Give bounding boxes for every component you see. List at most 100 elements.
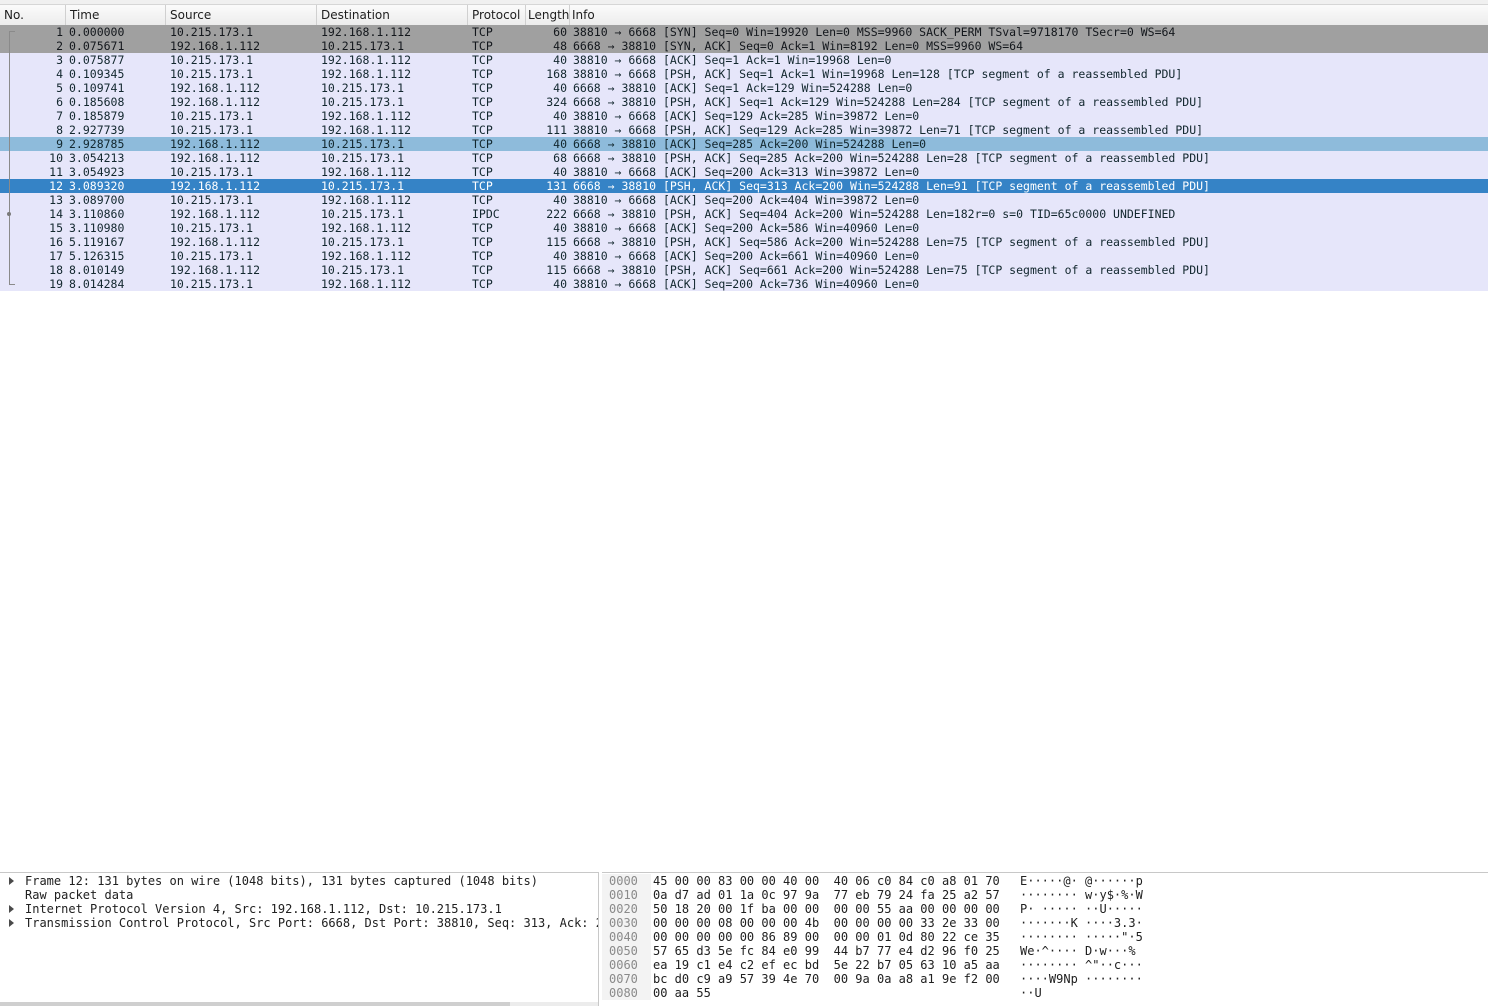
column-header-no[interactable]: No. bbox=[0, 5, 66, 25]
column-header-length[interactable]: Length bbox=[524, 5, 570, 25]
bytes-offset: 0040 bbox=[602, 930, 651, 944]
packet-row[interactable]: 11 3.054923 10.215.173.1 192.168.1.112 TCP 40… bbox=[0, 165, 1488, 179]
details-item[interactable]: Transmission Control Protocol, Src Port:… bbox=[0, 916, 598, 930]
packet-row[interactable]: 2 0.075671 192.168.1.112 10.215.173.1 TCP 48 6… bbox=[0, 39, 1488, 53]
packet-info: 6668 → 38810 [PSH, ACK] Seq=313 Ack=200 … bbox=[573, 179, 1210, 193]
packet-row[interactable]: 7 0.185879 10.215.173.1 192.168.1.112 TCP 40 3… bbox=[0, 109, 1488, 123]
packet-destination: 192.168.1.112 bbox=[321, 25, 412, 39]
packet-row[interactable]: 13 3.089700 10.215.173.1 192.168.1.112 TCP 40… bbox=[0, 193, 1488, 207]
bytes-row[interactable]: 0050 57 65 d3 5e fc 84 e0 99 44 b7 77 e4 … bbox=[602, 944, 1488, 958]
column-header-time[interactable]: Time bbox=[66, 5, 166, 25]
packet-info: 38810 → 6668 [ACK] Seq=200 Ack=586 Win=4… bbox=[573, 221, 920, 235]
packet-length: 131 bbox=[546, 179, 567, 193]
packet-rows: 1 0.000000 10.215.173.1 192.168.1.112 TCP 60 3… bbox=[0, 25, 1488, 291]
column-header-info[interactable]: Info bbox=[568, 5, 1488, 25]
packet-info: 38810 → 6668 [ACK] Seq=200 Ack=661 Win=4… bbox=[573, 249, 920, 263]
packet-row[interactable]: 19 8.014284 10.215.173.1 192.168.1.112 TCP 40… bbox=[0, 277, 1488, 291]
packet-protocol: TCP bbox=[472, 81, 493, 95]
bytes-ascii: ········ w·y$·%·W bbox=[1020, 888, 1143, 902]
packet-source: 10.215.173.1 bbox=[170, 123, 254, 137]
bytes-offset: 0060 bbox=[602, 958, 651, 972]
packet-row[interactable]: 15 3.110980 10.215.173.1 192.168.1.112 TCP 40… bbox=[0, 221, 1488, 235]
details-item[interactable]: Raw packet data bbox=[0, 888, 598, 902]
packet-destination: 10.215.173.1 bbox=[321, 207, 405, 221]
packet-time: 3.110860 bbox=[69, 207, 125, 221]
packet-destination: 192.168.1.112 bbox=[321, 277, 412, 291]
packet-row[interactable]: 10 3.054213 192.168.1.112 10.215.173.1 TCP 68… bbox=[0, 151, 1488, 165]
packet-source: 10.215.173.1 bbox=[170, 53, 254, 67]
packet-source: 10.215.173.1 bbox=[170, 221, 254, 235]
packet-row[interactable]: 14 3.110860 192.168.1.112 10.215.173.1 IPDC 2… bbox=[0, 207, 1488, 221]
packet-protocol: TCP bbox=[472, 123, 493, 137]
packet-destination: 192.168.1.112 bbox=[321, 109, 412, 123]
packet-length: 222 bbox=[546, 207, 567, 221]
packet-row[interactable]: 5 0.109741 192.168.1.112 10.215.173.1 TCP 40 6… bbox=[0, 81, 1488, 95]
packet-info: 6668 → 38810 [ACK] Seq=285 Ack=200 Win=5… bbox=[573, 137, 927, 151]
bytes-row[interactable]: 0080 00 aa 55 ··U bbox=[602, 986, 1488, 1000]
packet-bytes-pane[interactable]: 0000 45 00 00 83 00 00 40 00 40 06 c0 84 … bbox=[602, 872, 1488, 1006]
packet-info: 6668 → 38810 [PSH, ACK] Seq=1 Ack=129 Wi… bbox=[573, 95, 1204, 109]
details-item[interactable]: Internet Protocol Version 4, Src: 192.16… bbox=[0, 902, 598, 916]
packet-time: 0.075671 bbox=[69, 39, 125, 53]
conversation-tree-line bbox=[9, 32, 10, 284]
bytes-row[interactable]: 0010 0a d7 ad 01 1a 0c 97 9a 77 eb 79 24 … bbox=[602, 888, 1488, 902]
bytes-row[interactable]: 0060 ea 19 c1 e4 c2 ef ec bd 5e 22 b7 05 … bbox=[602, 958, 1488, 972]
details-horizontal-scrollbar[interactable] bbox=[0, 1002, 598, 1006]
column-header-source[interactable]: Source bbox=[166, 5, 317, 25]
packet-row[interactable]: 6 0.185608 192.168.1.112 10.215.173.1 TCP 324… bbox=[0, 95, 1488, 109]
bytes-row[interactable]: 0030 00 00 00 08 00 00 00 4b 00 00 00 00 … bbox=[602, 916, 1488, 930]
packet-info: 38810 → 6668 [ACK] Seq=1 Ack=1 Win=19968… bbox=[573, 53, 892, 67]
packet-row[interactable]: 1 0.000000 10.215.173.1 192.168.1.112 TCP 60 3… bbox=[0, 25, 1488, 39]
details-item-label: Transmission Control Protocol, Src Port:… bbox=[25, 916, 599, 930]
packet-time: 2.927739 bbox=[69, 123, 125, 137]
details-tree: Frame 12: 131 bytes on wire (1048 bits),… bbox=[0, 874, 598, 930]
bytes-offset: 0070 bbox=[602, 972, 651, 986]
packet-destination: 10.215.173.1 bbox=[321, 235, 405, 249]
packet-details-pane[interactable]: Frame 12: 131 bytes on wire (1048 bits),… bbox=[0, 872, 599, 1006]
expand-arrow-icon[interactable] bbox=[9, 905, 14, 913]
packet-time: 0.109741 bbox=[69, 81, 125, 95]
packet-row[interactable]: 9 2.928785 192.168.1.112 10.215.173.1 TCP 40 6… bbox=[0, 137, 1488, 151]
bytes-row[interactable]: 0000 45 00 00 83 00 00 40 00 40 06 c0 84 … bbox=[602, 874, 1488, 888]
packet-protocol: IPDC bbox=[472, 207, 500, 221]
packet-list-header: No. Time Source Destination Protocol Len… bbox=[0, 5, 1488, 26]
bytes-hex: 0a d7 ad 01 1a 0c 97 9a 77 eb 79 24 fa 2… bbox=[653, 888, 1000, 902]
packet-info: 38810 → 6668 [SYN] Seq=0 Win=19920 Len=0… bbox=[573, 25, 1176, 39]
packet-row[interactable]: 18 8.010149 192.168.1.112 10.215.173.1 TCP 11… bbox=[0, 263, 1488, 277]
expand-arrow-icon[interactable] bbox=[9, 919, 14, 927]
packet-source: 192.168.1.112 bbox=[170, 179, 261, 193]
packet-time: 0.185879 bbox=[69, 109, 125, 123]
packet-info: 38810 → 6668 [PSH, ACK] Seq=1 Ack=1 Win=… bbox=[573, 67, 1183, 81]
packet-source: 10.215.173.1 bbox=[170, 109, 254, 123]
packet-row[interactable]: 17 5.126315 10.215.173.1 192.168.1.112 TCP 40… bbox=[0, 249, 1488, 263]
packet-length: 111 bbox=[546, 123, 567, 137]
expand-arrow-icon[interactable] bbox=[9, 877, 14, 885]
packet-row[interactable]: 3 0.075877 10.215.173.1 192.168.1.112 TCP 40 3… bbox=[0, 53, 1488, 67]
bytes-ascii: P· ····· ··U····· bbox=[1020, 902, 1143, 916]
packet-info: 38810 → 6668 [ACK] Seq=129 Ack=285 Win=3… bbox=[573, 109, 920, 123]
bytes-ascii: ·······K ····3.3· bbox=[1020, 916, 1143, 930]
bytes-ascii: ········ ·····"·5 bbox=[1020, 930, 1143, 944]
packet-protocol: TCP bbox=[472, 109, 493, 123]
packet-row[interactable]: 16 5.119167 192.168.1.112 10.215.173.1 TCP 11… bbox=[0, 235, 1488, 249]
bytes-hex: 57 65 d3 5e fc 84 e0 99 44 b7 77 e4 d2 9… bbox=[653, 944, 1000, 958]
packet-destination: 192.168.1.112 bbox=[321, 249, 412, 263]
packet-row[interactable]: 4 0.109345 10.215.173.1 192.168.1.112 TCP 168… bbox=[0, 67, 1488, 81]
packet-length: 40 bbox=[553, 249, 567, 263]
details-item[interactable]: Frame 12: 131 bytes on wire (1048 bits),… bbox=[0, 874, 598, 888]
packet-row[interactable]: 12 3.089320 192.168.1.112 10.215.173.1 TCP 13… bbox=[0, 179, 1488, 193]
packet-protocol: TCP bbox=[472, 263, 493, 277]
bytes-row[interactable]: 0040 00 00 00 00 00 86 89 00 00 00 01 0d … bbox=[602, 930, 1488, 944]
packet-row[interactable]: 8 2.927739 10.215.173.1 192.168.1.112 TCP 111… bbox=[0, 123, 1488, 137]
packet-length: 48 bbox=[553, 39, 567, 53]
packet-length: 40 bbox=[553, 53, 567, 67]
packet-time: 5.119167 bbox=[69, 235, 125, 249]
bytes-row[interactable]: 0020 50 18 20 00 1f ba 00 00 00 00 55 aa … bbox=[602, 902, 1488, 916]
bytes-row[interactable]: 0070 bc d0 c9 a9 57 39 4e 70 00 9a 0a a8 … bbox=[602, 972, 1488, 986]
details-scrollbar-thumb[interactable] bbox=[0, 1002, 510, 1006]
packet-list-pane[interactable]: No. Time Source Destination Protocol Len… bbox=[0, 0, 1488, 868]
column-header-destination[interactable]: Destination bbox=[317, 5, 468, 25]
packet-info: 38810 → 6668 [ACK] Seq=200 Ack=736 Win=4… bbox=[573, 277, 920, 291]
column-header-protocol[interactable]: Protocol bbox=[468, 5, 526, 25]
packet-destination: 10.215.173.1 bbox=[321, 95, 405, 109]
